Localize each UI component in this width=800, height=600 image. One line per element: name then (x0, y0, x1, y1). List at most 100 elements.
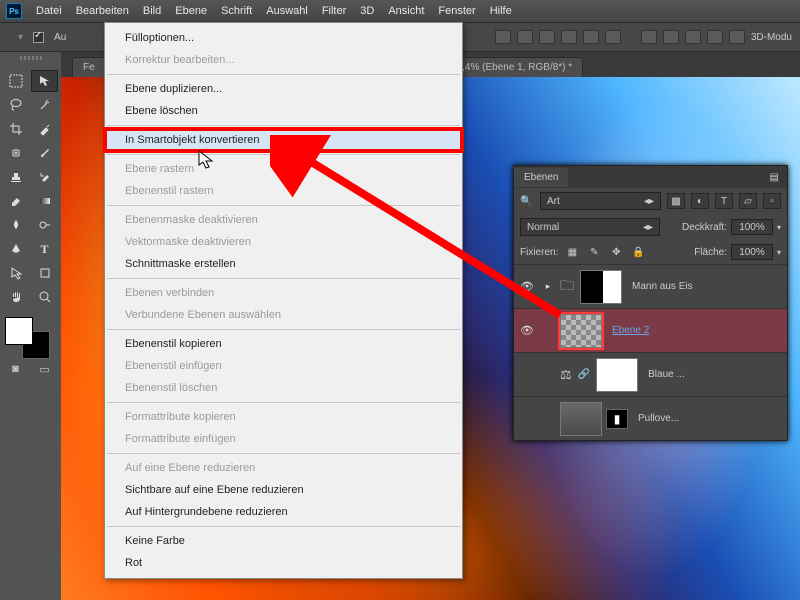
pen-tool[interactable] (2, 238, 29, 260)
menu-3d[interactable]: 3D (360, 5, 374, 17)
layer-name[interactable]: Mann aus Eis (628, 281, 783, 292)
filter-type-icon[interactable]: T (715, 193, 733, 209)
menu-ansicht[interactable]: Ansicht (388, 5, 424, 17)
3d-icon-3[interactable] (685, 30, 701, 44)
menu-item[interactable]: Auf Hintergrundebene reduzieren (105, 501, 462, 523)
tab-fe[interactable]: Fe (72, 57, 106, 77)
align-icon-3[interactable] (539, 30, 555, 44)
align-icon-1[interactable] (495, 30, 511, 44)
magic-wand-tool[interactable] (31, 94, 58, 116)
dodge-tool[interactable] (31, 214, 58, 236)
menu-separator (107, 278, 460, 279)
screen-mode-toggle[interactable]: ▭ (31, 360, 58, 378)
move-tool[interactable] (31, 70, 58, 92)
layer-row[interactable]: ▮ Pullove... (514, 396, 787, 440)
lock-label: Fixieren: (520, 247, 558, 258)
visibility-toggle[interactable]: 👁 (518, 280, 536, 293)
quick-mask-toggle[interactable]: ◙ (2, 360, 29, 378)
marquee-tool[interactable] (2, 70, 29, 92)
twirl-icon[interactable]: ▸ (542, 281, 554, 292)
menu-item[interactable]: Sichtbare auf eine Ebene reduzieren (105, 479, 462, 501)
menu-item[interactable]: Rot (105, 552, 462, 574)
visibility-toggle[interactable]: 👁 (518, 324, 536, 337)
menu-datei[interactable]: Datei (36, 5, 62, 17)
3d-icon-2[interactable] (663, 30, 679, 44)
distribute-icon-3[interactable] (605, 30, 621, 44)
lasso-tool[interactable] (2, 94, 29, 116)
filter-smart-icon[interactable]: ▫ (763, 193, 781, 209)
menu-bearbeiten[interactable]: Bearbeiten (76, 5, 129, 17)
filter-shape-icon[interactable]: ▱ (739, 193, 757, 209)
layer-name[interactable]: Pullove... (634, 413, 783, 424)
crop-tool[interactable] (2, 118, 29, 140)
color-swatch[interactable] (2, 314, 56, 358)
layer-row[interactable]: ⚖🔗Blaue ... (514, 352, 787, 396)
distribute-icon-1[interactable] (561, 30, 577, 44)
menu-item: Ebenenstil einfügen (105, 355, 462, 377)
kind-filter-select[interactable]: Art◂▸ (540, 192, 661, 210)
adjustment-icon: ⚖ (560, 367, 572, 383)
menu-item[interactable]: Ebene löschen (105, 100, 462, 122)
blend-mode-select[interactable]: Normal◂▸ (520, 218, 660, 236)
hand-tool[interactable] (2, 286, 29, 308)
opacity-value[interactable]: 100% (731, 219, 773, 235)
eraser-tool[interactable] (2, 190, 29, 212)
menu-item[interactable]: Schnittmaske erstellen (105, 253, 462, 275)
lock-transparency-icon[interactable]: ▦ (564, 245, 580, 259)
healing-brush-tool[interactable] (2, 142, 29, 164)
menu-fenster[interactable]: Fenster (438, 5, 475, 17)
menu-item[interactable]: Keine Farbe (105, 530, 462, 552)
lock-pixels-icon[interactable]: ✎ (586, 245, 602, 259)
layer-thumbnail[interactable] (560, 314, 602, 348)
path-select-tool[interactable] (2, 262, 29, 284)
fill-value[interactable]: 100% (731, 244, 773, 260)
menu-auswahl[interactable]: Auswahl (266, 5, 308, 17)
layer-row[interactable]: 👁▸🗀Mann aus Eis (514, 264, 787, 308)
menu-hilfe[interactable]: Hilfe (490, 5, 512, 17)
opacity-label: Deckkraft: (682, 222, 727, 233)
layer-thumbnail[interactable] (560, 402, 602, 436)
menu-filter[interactable]: Filter (322, 5, 346, 17)
layer-row[interactable]: 👁 Ebene 2 (514, 308, 787, 352)
layer-name[interactable]: Blaue ... (644, 369, 783, 380)
menu-item[interactable]: Ebene duplizieren... (105, 78, 462, 100)
menu-item[interactable]: In Smartobjekt konvertieren (105, 129, 462, 151)
menu-item: Ebenenstil löschen (105, 377, 462, 399)
zoom-tool[interactable] (31, 286, 58, 308)
gradient-tool[interactable] (31, 190, 58, 212)
menu-item[interactable]: Ebenenstil kopieren (105, 333, 462, 355)
history-brush-tool[interactable] (31, 166, 58, 188)
3d-icon-1[interactable] (641, 30, 657, 44)
shape-tool[interactable] (31, 262, 58, 284)
menu-item: Vektormaske deaktivieren (105, 231, 462, 253)
distribute-icon-2[interactable] (583, 30, 599, 44)
menu-ebene[interactable]: Ebene (175, 5, 207, 17)
mask-thumbnail[interactable]: ▮ (606, 409, 628, 429)
filter-adjust-icon[interactable]: ◐ (691, 193, 709, 209)
lock-position-icon[interactable]: ✥ (608, 245, 624, 259)
layer-thumbnail[interactable] (580, 270, 622, 304)
stamp-tool[interactable] (2, 166, 29, 188)
layer-thumbnail[interactable] (596, 358, 638, 392)
eyedropper-tool[interactable] (31, 118, 58, 140)
menu-separator (107, 526, 460, 527)
layer-name[interactable]: Ebene 2 (608, 325, 783, 336)
filter-pixel-icon[interactable]: ▩ (667, 193, 685, 209)
brush-tool[interactable] (31, 142, 58, 164)
layers-tab[interactable]: Ebenen (514, 168, 568, 187)
3d-icon-4[interactable] (707, 30, 723, 44)
menu-item[interactable]: Fülloptionen... (105, 27, 462, 49)
blur-tool[interactable] (2, 214, 29, 236)
lock-all-icon[interactable]: 🔒 (630, 245, 646, 259)
type-tool[interactable]: T (31, 238, 58, 260)
auto-select-checkbox[interactable] (33, 32, 44, 43)
layer-list: 👁▸🗀Mann aus Eis👁Ebene 2⚖🔗Blaue ...▮Pullo… (514, 264, 787, 440)
foreground-color[interactable] (5, 317, 33, 345)
menu-separator (107, 205, 460, 206)
menu-schrift[interactable]: Schrift (221, 5, 252, 17)
menu-bild[interactable]: Bild (143, 5, 161, 17)
align-icon-2[interactable] (517, 30, 533, 44)
options-right: 3D-Modu (495, 30, 792, 44)
panel-menu-icon[interactable]: ▤ (762, 168, 787, 187)
3d-icon-5[interactable] (729, 30, 745, 44)
